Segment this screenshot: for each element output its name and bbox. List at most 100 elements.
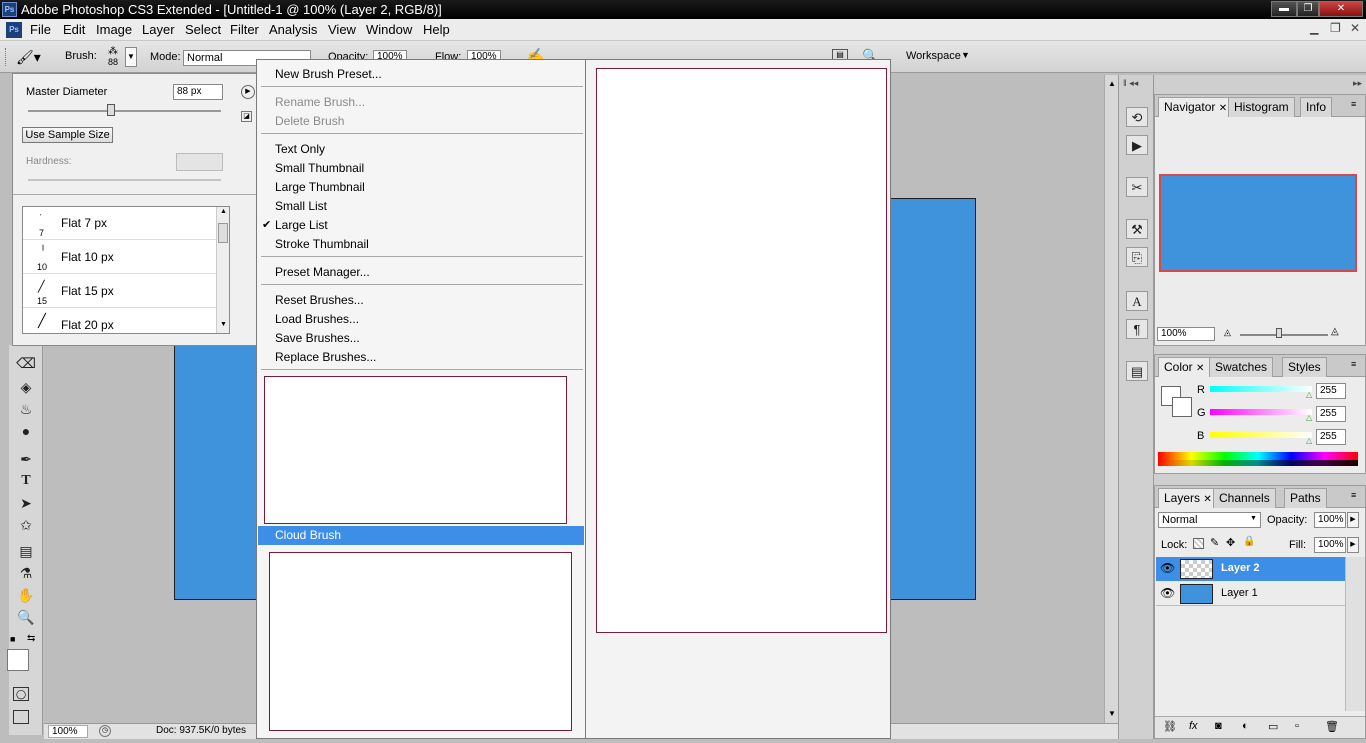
doc-minimize-icon[interactable]: ▁ [1310,22,1318,35]
lock-transparent-icon[interactable] [1193,538,1204,549]
ps-menu-icon[interactable]: Ps [6,22,22,38]
menu-save-brushes[interactable]: Save Brushes... [275,331,360,345]
lock-pixels-icon[interactable]: ✎ [1210,536,1219,549]
hand-tool-icon[interactable]: ✋ [15,585,37,605]
menu-select[interactable]: Select [185,22,221,37]
menu-layer[interactable]: Layer [142,22,175,37]
add-mask-icon[interactable]: ◙ [1215,720,1222,732]
close-tab-icon[interactable]: ✕ [1219,103,1227,114]
menu-view[interactable]: View [328,22,356,37]
tab-info[interactable]: Info [1300,97,1333,117]
menu-large-list[interactable]: Large List [275,218,328,232]
paragraph-icon[interactable]: ¶ [1126,319,1148,339]
master-diameter-thumb[interactable] [107,104,115,116]
hardness-field[interactable] [176,153,223,171]
menu-help[interactable]: Help [423,22,450,37]
tab-paths[interactable]: Paths [1284,488,1327,508]
vertical-scrollbar[interactable]: ▲ ▼ [1104,75,1118,723]
panel-menu-icon[interactable]: ≡ [1351,359,1356,369]
list-scrollbar[interactable]: ▲ ▼ [216,207,229,333]
menu-small-list[interactable]: Small List [275,199,327,213]
brush-size-preview[interactable]: ⁂ 88 [104,46,122,68]
save-preset-icon[interactable]: ◪ [241,111,252,122]
master-diameter-field[interactable]: 88 px [173,84,223,100]
menu-load-brushes[interactable]: Load Brushes... [275,312,359,326]
workspace-chevron-icon[interactable]: ▼ [961,50,970,60]
default-colors-icon[interactable]: ■ [10,634,15,644]
red-value-field[interactable]: 255 [1316,383,1346,399]
restore-icon[interactable]: ❐ [1297,1,1319,17]
layer-style-icon[interactable]: fx [1189,720,1198,732]
eyedropper-tool-icon[interactable]: ⚗ [15,563,37,583]
slider-marker-icon[interactable]: △ [1306,436,1312,445]
link-layers-icon[interactable]: ⛓ [1163,720,1177,733]
menu-cloud-brush[interactable]: Cloud Brush [275,528,341,542]
hardness-slider[interactable] [28,179,221,181]
list-item[interactable]: ╱ 15 Flat 15 px [23,275,216,308]
lock-all-icon[interactable]: 🔒 [1243,536,1255,547]
menu-cloud-brush-highlight[interactable]: Cloud Brush [258,526,584,545]
opacity-arrow-icon[interactable]: ▶ [1347,512,1359,528]
tab-layers[interactable]: Layers ✕ [1158,488,1218,508]
eye-icon[interactable]: 👁 [1160,586,1175,600]
green-slider[interactable] [1210,409,1312,415]
notes-tool-icon[interactable]: ▤ [15,541,37,561]
tab-histogram[interactable]: Histogram [1228,97,1295,117]
layer-name[interactable]: Layer 2 [1221,562,1260,574]
scroll-up-icon[interactable]: ▲ [220,208,227,215]
tab-styles[interactable]: Styles [1282,357,1327,377]
blur-tool-icon[interactable]: ♨ [15,399,37,419]
status-info-icon[interactable]: ◷ [99,725,111,737]
adjustment-layer-icon[interactable]: ◐ [1242,720,1249,732]
menu-file[interactable]: File [30,22,51,37]
scroll-up-icon[interactable]: ▲ [1108,79,1116,88]
paint-bucket-tool-icon[interactable]: ◈ [15,377,37,397]
master-diameter-slider[interactable] [28,110,221,112]
blue-slider[interactable] [1210,432,1312,438]
workspace-menu[interactable]: Workspace [906,50,961,62]
close-icon[interactable]: ✕ [1319,1,1363,17]
lock-position-icon[interactable]: ✥ [1226,536,1235,549]
brushes-icon[interactable]: ⚒ [1126,219,1148,239]
menu-text-only[interactable]: Text Only [275,142,325,156]
zoom-field[interactable]: 100% [48,725,88,738]
layer-row-layer-1[interactable]: 👁 Layer 1 [1156,582,1345,606]
blue-value-field[interactable]: 255 [1316,429,1346,445]
new-group-icon[interactable]: ▭ [1268,720,1278,733]
slider-marker-icon[interactable]: △ [1306,390,1312,399]
list-item[interactable]: ╱ Flat 20 px [23,309,216,333]
menu-reset-brushes[interactable]: Reset Brushes... [275,293,364,307]
menu-analysis[interactable]: Analysis [269,22,317,37]
menu-replace-brushes[interactable]: Replace Brushes... [275,350,376,364]
history-icon[interactable]: ⟲ [1126,107,1148,127]
swap-colors-icon[interactable]: ⇆ [27,633,35,644]
chevron-down-icon[interactable]: ▼ [1250,515,1257,522]
menu-image[interactable]: Image [96,22,132,37]
quick-mask-icon[interactable]: ◯ [13,687,29,701]
clone-source-icon[interactable]: ⎘ [1126,247,1148,267]
custom-shape-tool-icon[interactable]: ✩ [15,515,37,535]
screen-mode-icon[interactable] [13,710,29,724]
menu-stroke-thumbnail[interactable]: Stroke Thumbnail [275,237,369,251]
zoom-out-icon[interactable]: ◬ [1224,327,1231,338]
brush-picker-dropdown[interactable]: ▼ [125,47,137,67]
actions-icon[interactable]: ▶ [1126,135,1148,155]
use-sample-size-button[interactable]: Use Sample Size [22,127,113,143]
background-swatch[interactable] [1172,397,1192,417]
character-icon[interactable]: A [1126,291,1148,311]
layers-scrollbar[interactable] [1345,557,1365,711]
layer-comps-icon[interactable]: ▤ [1126,361,1148,381]
slider-marker-icon[interactable]: △ [1306,413,1312,422]
menu-large-thumbnail[interactable]: Large Thumbnail [275,180,365,194]
menu-small-thumbnail[interactable]: Small Thumbnail [275,161,364,175]
navigator-zoom-slider[interactable] [1240,334,1328,336]
dodge-tool-icon[interactable]: ● [15,421,37,441]
blend-mode-select[interactable]: Normal [1158,512,1261,528]
brush-tool-preset-icon[interactable]: 🖌▾ [16,47,50,67]
menu-new-brush-preset[interactable]: New Brush Preset... [275,67,382,81]
menu-preset-manager[interactable]: Preset Manager... [275,265,370,279]
panel-menu-icon[interactable]: ≡ [1351,490,1356,500]
layer-name[interactable]: Layer 1 [1221,587,1258,599]
tab-navigator[interactable]: Navigator ✕ [1158,97,1234,117]
tab-swatches[interactable]: Swatches [1209,357,1274,377]
